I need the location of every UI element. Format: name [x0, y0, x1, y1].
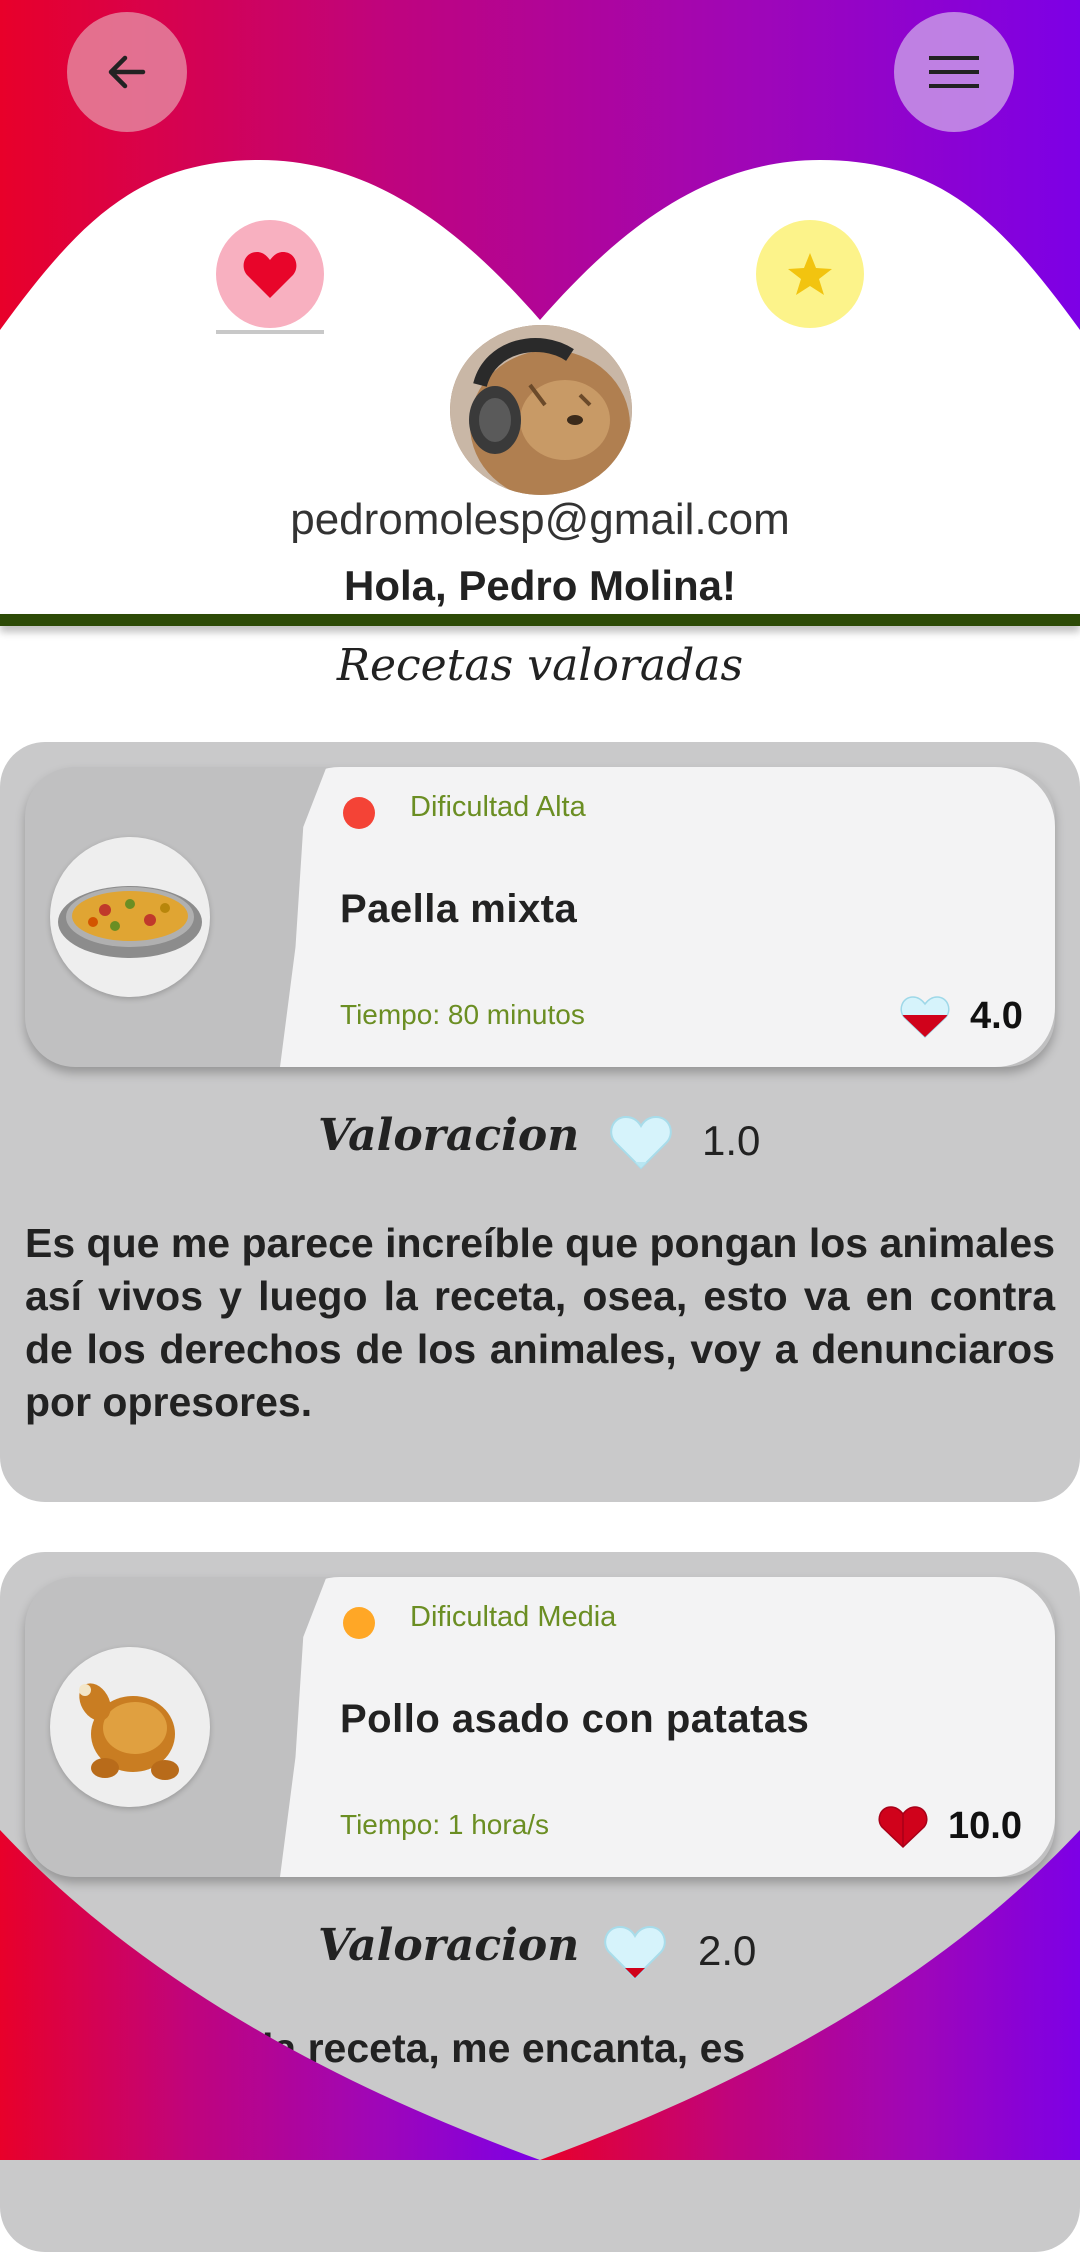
- menu-button[interactable]: [894, 12, 1014, 132]
- difficulty-label: Dificultad Media: [410, 1601, 617, 1633]
- user-greeting: Hola, Pedro Molina!: [343, 562, 737, 609]
- dish-image: [50, 837, 210, 997]
- back-button[interactable]: [67, 12, 187, 132]
- dish-image: [50, 1647, 210, 1807]
- tab-favorites[interactable]: [216, 220, 324, 328]
- heart-icon: [243, 252, 297, 298]
- tab-starred[interactable]: [756, 220, 864, 328]
- difficulty-dot: [343, 1607, 375, 1639]
- section-title: Recetas valoradas: [336, 640, 744, 691]
- difficulty-label: Dificultad Alta: [410, 791, 586, 823]
- user-rating-value: 1.0: [702, 1117, 761, 1164]
- recipe-info: Dificultad Alta Paella mixta Tiempo: 80 …: [280, 767, 1055, 1067]
- header-divider: [0, 614, 1080, 626]
- avatar[interactable]: [450, 325, 632, 495]
- roast-chicken-icon: [79, 1683, 179, 1780]
- hamburger-menu-icon: [929, 56, 979, 88]
- user-rating-heart-icon: [610, 1115, 672, 1170]
- arrow-left-icon: [108, 55, 146, 89]
- recipe-name: Paella mixta: [340, 887, 578, 931]
- average-rating-heart-icon: [900, 996, 950, 1039]
- recipe-name: Pollo asado con patatas: [340, 1697, 810, 1741]
- paella-icon: [58, 886, 202, 958]
- recipe-card[interactable]: Dificultad Alta Paella mixta Tiempo: 80 …: [25, 767, 1055, 1067]
- average-rating-value: 4.0: [970, 995, 1023, 1037]
- difficulty-dot: [343, 797, 375, 829]
- review-card: Dificultad Alta Paella mixta Tiempo: 80 …: [0, 742, 1080, 1502]
- review-comment: Es que me parece increíble que pongan lo…: [25, 1220, 1055, 1425]
- rating-label: Valoracion: [318, 1110, 580, 1161]
- heart-outline-bottom: [0, 1830, 1080, 2160]
- star-icon: [788, 253, 832, 295]
- user-email: pedromolesp@gmail.com: [290, 495, 790, 544]
- active-tab-indicator: [216, 330, 324, 334]
- recipe-time: Tiempo: 80 minutos: [340, 999, 585, 1030]
- cat-with-headphones-icon: [450, 325, 632, 495]
